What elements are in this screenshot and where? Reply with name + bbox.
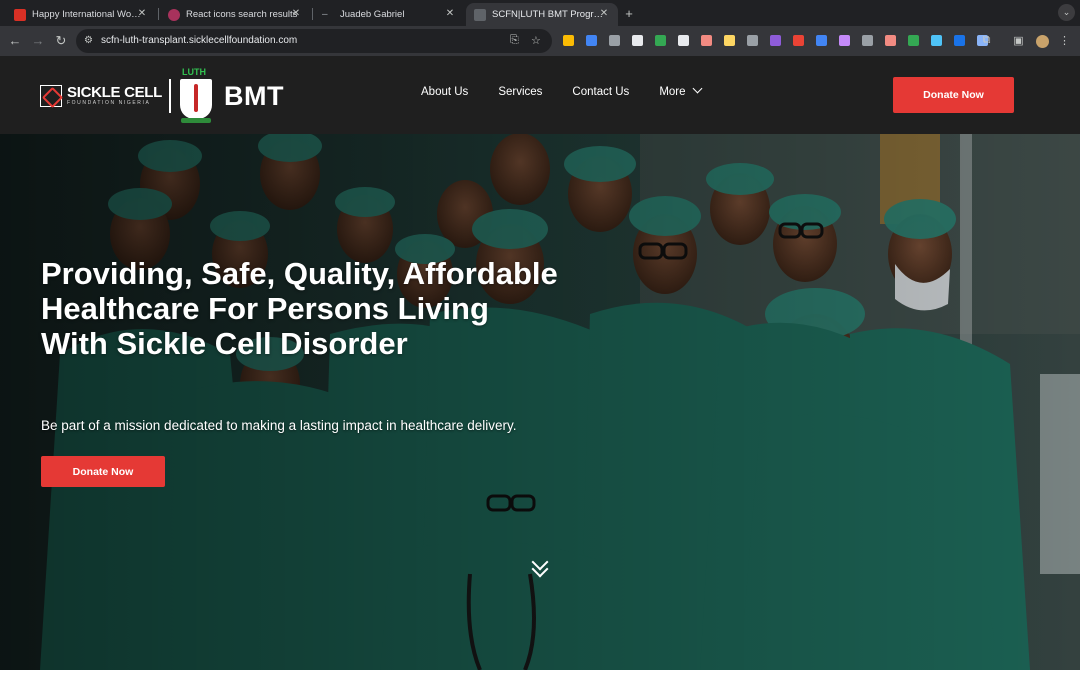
foundation-name: SICKLE CELL [67,84,163,101]
extension-icon[interactable] [678,35,689,46]
extension-icon[interactable] [862,35,873,46]
install-app-icon[interactable]: ⎘ [510,34,519,47]
donate-now-button[interactable]: Donate Now [893,77,1014,113]
react-icons-icon [168,8,180,21]
extension-icon[interactable] [885,35,896,46]
foundation-wordmark: SICKLE CELL FOUNDATION NIGERIA [67,85,162,107]
extension-icon[interactable] [586,35,597,46]
foundation-subtitle: FOUNDATION NIGERIA [67,100,151,106]
browser-tab[interactable]: – Juadeb Gabriel ✕ [314,3,464,26]
reload-icon[interactable]: ↻ [53,33,69,49]
luth-crest-icon: LUTH [180,67,213,125]
sickle-cell-logo-icon [40,85,62,107]
chevron-down-icon [692,83,702,94]
extension-icon[interactable] [701,35,712,46]
address-bar[interactable]: ⚙ scfn-luth-transplant.sicklecellfoundat… [76,29,552,53]
new-tab-icon[interactable]: + [622,6,636,21]
hero-donate-button[interactable]: Donate Now [41,456,165,487]
nav-contact-us[interactable]: Contact Us [572,86,629,98]
extension-icon[interactable] [770,35,781,46]
nav-about-us[interactable]: About Us [421,86,468,98]
extension-icon[interactable] [609,35,620,46]
close-tab-icon[interactable]: ✕ [444,8,456,19]
site-info-icon[interactable]: ⚙ [84,35,93,46]
site-icon [474,8,486,21]
gmail-icon [14,8,26,21]
browser-tab-bar: Happy International Women's ✕ React icon… [0,0,1080,26]
scroll-down-icon[interactable] [531,553,549,578]
browser-tab[interactable]: Happy International Women's ✕ [6,3,156,26]
program-name: BMT [224,80,285,111]
main-nav: About Us Services Contact Us More [421,83,731,98]
side-panel-icon[interactable]: ▣ [1012,34,1025,47]
extension-icon[interactable] [793,35,804,46]
url-text: scfn-luth-transplant.sicklecellfoundatio… [101,35,298,46]
hero-section: Providing, Safe, Quality, Affordable Hea… [0,134,1080,670]
extension-icon[interactable] [724,35,735,46]
tab-title: React icons search results [186,9,298,20]
site-header: SICKLE CELL FOUNDATION NIGERIA LUTH BMT … [0,56,1080,134]
close-tab-icon[interactable]: ✕ [598,8,610,19]
luth-label: LUTH [182,67,207,77]
browser-tab-active[interactable]: SCFN|LUTH BMT Program ✕ [466,3,618,26]
tab-title: Juadeb Gabriel [340,9,405,20]
extension-icon[interactable] [747,35,758,46]
extension-icon[interactable] [954,35,965,46]
site-logo[interactable]: SICKLE CELL FOUNDATION NIGERIA LUTH BMT [40,66,284,126]
profile-avatar[interactable] [1036,35,1049,48]
dash-icon: – [322,8,328,20]
nav-more[interactable]: More [659,83,702,98]
logo-divider [169,79,172,113]
nav-more-label: More [659,86,686,98]
extension-icon[interactable] [655,35,666,46]
nav-services[interactable]: Services [498,86,542,98]
luth-ribbon [181,118,212,123]
page-bottom-strip [0,670,1080,675]
bookmark-star-icon[interactable]: ☆ [531,34,541,47]
extension-icon[interactable] [632,35,643,46]
tab-separator [158,8,159,20]
browser-menu-icon[interactable]: ⋮ [1058,34,1071,47]
hero-subtitle: Be part of a mission dedicated to making… [41,418,517,433]
tab-title: Happy International Women's [32,9,144,20]
tab-search-icon[interactable]: ⌄ [1058,4,1075,21]
extensions-puzzle-icon[interactable]: ⧉ [980,34,993,47]
close-tab-icon[interactable]: ✕ [290,8,302,19]
tab-separator [312,8,313,20]
browser-tab[interactable]: React icons search results ✕ [160,3,310,26]
browser-toolbar: ← → ↻ ⚙ scfn-luth-transplant.sicklecellf… [0,26,1080,56]
extension-icon[interactable] [839,35,850,46]
hero-overlay [0,134,1080,670]
hero-title: Providing, Safe, Quality, Affordable Hea… [41,256,558,361]
extension-icon[interactable] [816,35,827,46]
extension-icon[interactable] [563,35,574,46]
back-icon[interactable]: ← [7,33,23,49]
forward-icon[interactable]: → [30,33,46,49]
extension-icon[interactable] [931,35,942,46]
tab-title: SCFN|LUTH BMT Program [492,9,604,20]
close-tab-icon[interactable]: ✕ [136,8,148,19]
luth-shield [180,79,213,119]
extension-icon[interactable] [908,35,919,46]
